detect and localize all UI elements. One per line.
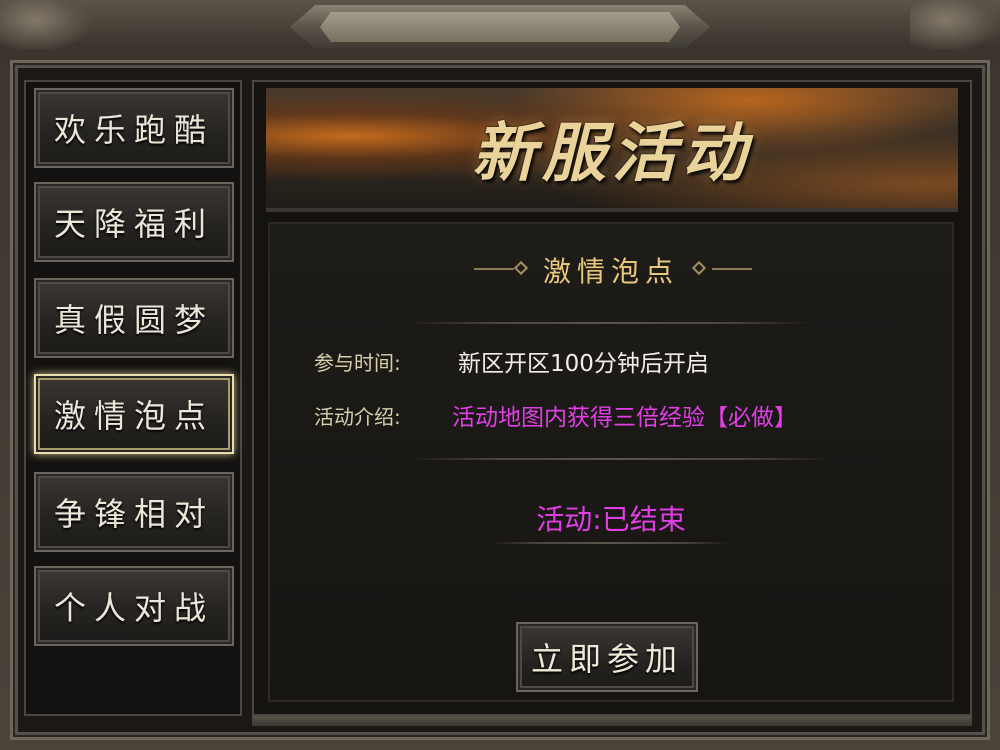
time-value: 新区开区100分钟后开启 (458, 351, 709, 377)
sidebar-item-dream[interactable]: 真假圆梦 (34, 278, 234, 358)
sidebar-item-welfare[interactable]: 天降福利 (34, 182, 234, 262)
event-content: 激情泡点 参与时间: 新区开区100分钟后开启 活动介绍: 活动地图内获得三倍经… (268, 222, 954, 702)
sidebar-item-versus[interactable]: 争锋相对 (34, 472, 234, 552)
intro-label: 活动介绍: (314, 405, 401, 429)
sidebar-item-parkour[interactable]: 欢乐跑酷 (34, 88, 234, 168)
frame-ornament-right (910, 0, 1000, 50)
status-underline (490, 542, 730, 544)
frame-ornament-left (0, 0, 90, 50)
sidebar-item-personal-battle[interactable]: 个人对战 (34, 566, 234, 646)
time-label: 参与时间: (314, 351, 401, 375)
sidebar: 欢乐跑酷 天降福利 真假圆梦 激情泡点 争锋相对 个人对战 (24, 80, 242, 716)
join-now-button[interactable]: 立即参加 (516, 622, 698, 692)
banner-title: 新服活动 (472, 116, 752, 191)
panel-bottom-bar (252, 716, 972, 726)
event-status: 活动:已结束 (536, 503, 686, 536)
divider-top (410, 322, 810, 324)
divider-middle (410, 458, 830, 460)
main-panel: 新服活动 激情泡点 参与时间: 新区开区100分钟后开启 活动介绍: 活动地图内… (252, 80, 972, 716)
intro-value: 活动地图内获得三倍经验【必做】 (452, 405, 797, 431)
event-title: 激情泡点 (542, 255, 679, 288)
title-deco-right-line (712, 268, 752, 270)
sidebar-item-bubble-point[interactable]: 激情泡点 (34, 374, 234, 454)
event-banner: 新服活动 (266, 88, 958, 212)
title-plaque (290, 5, 710, 49)
